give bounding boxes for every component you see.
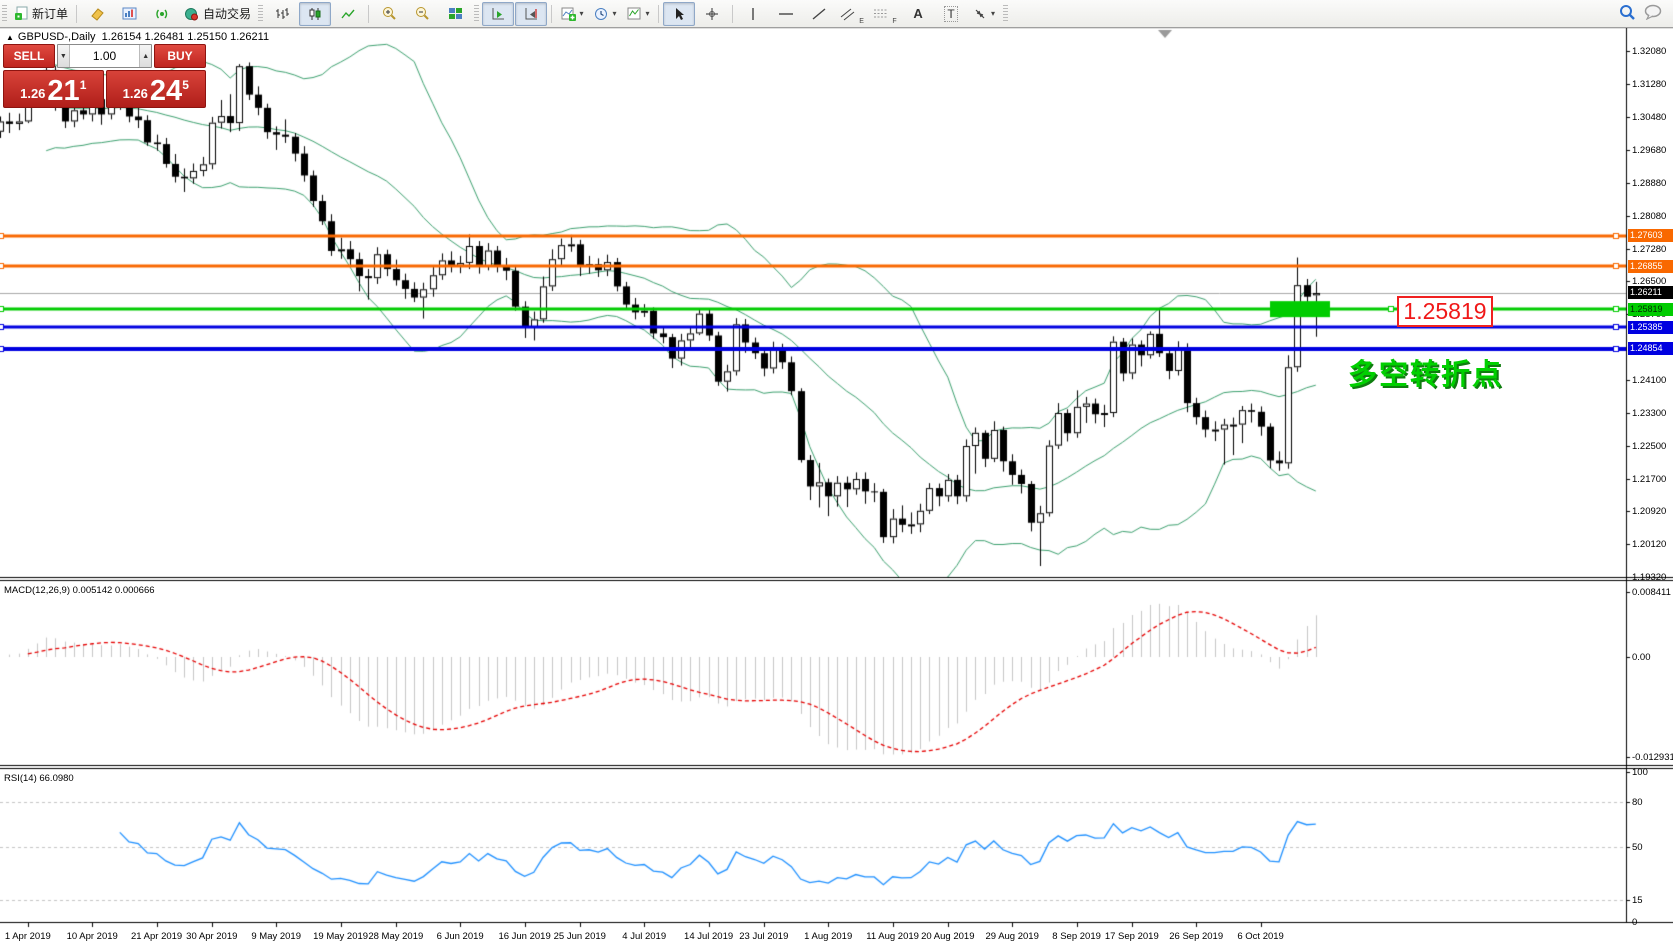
zoom-in-icon (382, 6, 397, 21)
tile-windows-icon (448, 7, 463, 21)
fibonacci-icon (873, 7, 889, 21)
price-callout-label[interactable]: 1.25819 (1397, 296, 1493, 327)
terminal-window: 新订单 自动交易 (0, 0, 1673, 950)
signals-button[interactable] (147, 2, 179, 26)
cursor-icon (673, 7, 686, 21)
volume-input[interactable] (70, 45, 140, 67)
dropdown-arrow-icon: ▾ (613, 9, 617, 18)
line-chart-button[interactable] (332, 2, 364, 26)
dropdown-arrow-icon: ▾ (580, 9, 584, 18)
sell-price-pip: 1 (80, 78, 87, 92)
arrows-button[interactable]: ▾ (968, 2, 1000, 26)
candlestick-chart-button[interactable] (299, 2, 331, 26)
bar-chart-icon (275, 7, 289, 21)
crosshair-button[interactable] (696, 2, 728, 26)
buy-price-pip: 5 (182, 78, 189, 92)
text-button[interactable]: A (902, 2, 934, 26)
horizontal-line-icon (778, 9, 794, 19)
channel-letter: E (859, 18, 864, 25)
dropdown-arrow-icon: ▾ (991, 9, 995, 18)
buy-price-tile[interactable]: 1.26 24 5 (106, 70, 207, 108)
chart-canvas[interactable] (0, 0, 1673, 950)
new-order-label: 新订单 (32, 5, 68, 22)
volume-increase-button[interactable]: ▲ (139, 45, 151, 67)
indicators-button[interactable]: ▾ (556, 2, 588, 26)
sell-button[interactable]: SELL (3, 44, 55, 68)
fibonacci-button[interactable]: F (869, 2, 901, 26)
fibonacci-letter: F (892, 18, 896, 25)
label-tool-letter: T (944, 6, 957, 22)
chart-window-icon (122, 7, 138, 21)
tile-windows-button[interactable] (439, 2, 471, 26)
auto-trading-icon (184, 7, 200, 21)
text-label-button[interactable]: T (935, 2, 967, 26)
cursor-button[interactable] (663, 2, 695, 26)
templates-button[interactable]: ▾ (622, 2, 654, 26)
volume-decrease-button[interactable]: ▼ (58, 45, 70, 67)
text-tool-letter: A (913, 6, 922, 21)
line-chart-icon (341, 7, 355, 21)
buy-price-big: 24 (150, 78, 182, 104)
volume-stepper: ▼ ▲ (57, 44, 152, 68)
buy-button[interactable]: BUY (154, 44, 206, 68)
toolbar-grip[interactable] (1003, 5, 1008, 23)
toolbar-grip[interactable] (2, 5, 7, 23)
chat-icon[interactable] (1644, 4, 1663, 23)
horizontal-line-button[interactable] (770, 2, 802, 26)
auto-trading-label: 自动交易 (203, 5, 251, 22)
new-order-button[interactable]: 新订单 (10, 2, 72, 26)
auto-trading-button[interactable]: 自动交易 (180, 2, 255, 26)
search-icon[interactable] (1619, 4, 1636, 23)
clock-icon (594, 7, 609, 21)
eraser-button[interactable] (81, 2, 113, 26)
toolbar: 新订单 自动交易 (0, 0, 1673, 28)
chart-shift-icon (524, 7, 539, 21)
toolbar-grip[interactable] (474, 5, 479, 23)
buy-price-prefix: 1.26 (123, 84, 148, 104)
toolbar-grip[interactable] (258, 5, 263, 23)
zoom-out-icon (415, 6, 430, 21)
periods-button[interactable]: ▾ (589, 2, 621, 26)
sell-price-tile[interactable]: 1.26 21 1 (3, 70, 104, 108)
chart-annotation-text[interactable]: 多空转折点 (1348, 351, 1503, 393)
vertical-line-button[interactable] (737, 2, 769, 26)
sell-price-big: 21 (47, 78, 79, 104)
dropdown-arrow-icon: ▾ (646, 9, 650, 18)
publish-chart-button[interactable] (114, 2, 146, 26)
arrows-icon (973, 7, 987, 21)
auto-scroll-button[interactable] (482, 2, 514, 26)
auto-scroll-icon (491, 7, 506, 21)
template-icon (627, 7, 642, 21)
trendline-icon (812, 7, 826, 21)
zoom-out-button[interactable] (406, 2, 438, 26)
chart-shift-button[interactable] (515, 2, 547, 26)
trendline-button[interactable] (803, 2, 835, 26)
one-click-trading-panel: SELL ▼ ▲ BUY 1.26 21 1 1.26 24 5 (3, 44, 206, 108)
zoom-in-button[interactable] (373, 2, 405, 26)
crosshair-icon (705, 7, 719, 21)
candlestick-icon (308, 7, 322, 21)
vertical-line-icon (748, 7, 758, 21)
new-order-icon (14, 6, 29, 21)
eraser-icon (89, 7, 105, 21)
channel-icon (840, 7, 856, 21)
indicators-icon (561, 7, 576, 21)
sell-price-prefix: 1.26 (20, 84, 45, 104)
bar-chart-button[interactable] (266, 2, 298, 26)
signal-icon (155, 7, 171, 21)
equidistant-channel-button[interactable]: E (836, 2, 868, 26)
